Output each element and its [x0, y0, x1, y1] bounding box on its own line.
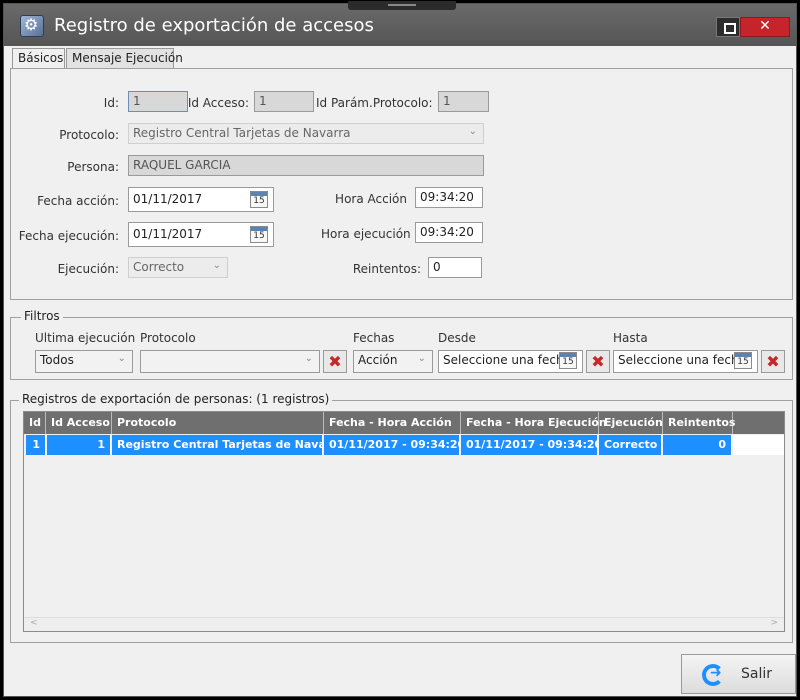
calendar-icon[interactable]: 15: [734, 352, 752, 369]
records-title: Registros de exportación de personas: (1…: [19, 392, 333, 406]
fechas-label: Fechas: [353, 331, 395, 345]
column-header-protocolo[interactable]: Protocolo: [112, 412, 324, 434]
id-acceso-field[interactable]: 1: [254, 91, 314, 112]
protocolo-select-value: Registro Central Tarjetas de Navarra: [133, 126, 351, 140]
clear-hasta-button[interactable]: ✖: [761, 350, 785, 373]
cell-protocolo[interactable]: Registro Central Tarjetas de Navarra: [112, 435, 344, 455]
id-label: Id:: [103, 96, 119, 110]
id-acceso-label: Id Acceso:: [187, 96, 249, 110]
ultima-ejecucion-label: Ultima ejecución: [35, 331, 136, 345]
chevron-down-icon: ⌄: [417, 353, 426, 364]
scroll-right-icon[interactable]: >: [770, 618, 778, 628]
hora-accion-label: Hora Acción: [335, 192, 407, 206]
id-field[interactable]: 1: [128, 91, 188, 112]
fechas-select[interactable]: Acción ⌄: [353, 350, 433, 373]
chevron-down-icon: ⌄: [468, 126, 477, 137]
salir-label: Salir: [741, 666, 773, 682]
desde-datepicker[interactable]: Seleccione una fecha 15: [438, 350, 583, 373]
filter-protocolo-select[interactable]: ⌄: [140, 350, 320, 373]
fecha-accion-value: 01/11/2017: [133, 192, 203, 206]
column-header-filler: [733, 412, 784, 434]
basics-panel: Id: 1 Id Acceso: 1 Id Parám.Protocolo: 1…: [10, 68, 793, 300]
app-gear-icon: [20, 15, 44, 37]
column-header-id[interactable]: Id: [24, 412, 46, 434]
fecha-ejecucion-label: Fecha ejecución:: [18, 229, 119, 243]
hasta-datepicker[interactable]: Seleccione una fecha 15: [613, 350, 758, 373]
reintentos-field[interactable]: 0: [428, 257, 482, 278]
filter-protocolo-label: Protocolo: [140, 331, 196, 345]
hora-ejecucion-field[interactable]: 09:34:20: [415, 222, 483, 243]
salir-button[interactable]: Salir: [681, 654, 796, 694]
id-param-label: Id Parám.Protocolo:: [316, 96, 433, 110]
persona-label: Persona:: [67, 160, 119, 174]
ejecucion-label: Ejecución:: [57, 262, 119, 276]
protocolo-select[interactable]: Registro Central Tarjetas de Navarra ⌄: [128, 123, 484, 144]
filters-group: Filtros Ultima ejecución Todos ⌄ Protoco…: [10, 309, 793, 380]
column-header-fecha-ejecucion[interactable]: Fecha - Hora Ejecución: [461, 412, 607, 434]
fechas-value: Acción: [358, 353, 398, 367]
table-row[interactable]: 1 1 Registro Central Tarjetas de Navarra…: [24, 435, 784, 455]
chevron-down-icon: ⌄: [212, 260, 221, 271]
cell-reintentos[interactable]: 0: [663, 435, 732, 455]
persona-field[interactable]: RAQUEL GARCIA: [128, 155, 484, 176]
fecha-accion-label: Fecha acción:: [37, 194, 119, 208]
window-title: Registro de exportación de accesos: [54, 15, 374, 36]
column-header-ejecucion[interactable]: Ejecución: [599, 412, 663, 434]
tab-basicos[interactable]: Básicos: [12, 48, 65, 69]
grid-header: Id Id Acceso Protocolo Fecha - Hora Acci…: [24, 412, 784, 434]
calendar-icon[interactable]: 15: [250, 226, 268, 243]
cell-fecha-accion[interactable]: 01/11/2017 - 09:34:20: [324, 435, 465, 455]
hora-ejecucion-label: Hora ejecución: [321, 227, 411, 241]
cell-fecha-ejecucion[interactable]: 01/11/2017 - 09:34:20: [461, 435, 602, 455]
ejecucion-select-value: Correcto: [133, 260, 185, 274]
cell-ejecucion[interactable]: Correcto: [599, 435, 662, 455]
desde-value: Seleccione una fecha: [443, 353, 571, 367]
cell-id-acceso[interactable]: 1: [47, 435, 111, 455]
fecha-ejecucion-datepicker[interactable]: 01/11/2017 15: [128, 222, 274, 247]
ultima-ejecucion-value: Todos: [40, 353, 74, 367]
column-header-id-acceso[interactable]: Id Acceso: [46, 412, 112, 434]
chevron-down-icon: ⌄: [117, 353, 126, 364]
desde-label: Desde: [438, 331, 476, 345]
ultima-ejecucion-select[interactable]: Todos ⌄: [35, 350, 133, 373]
title-bar[interactable]: Registro de exportación de accesos ✕: [4, 1, 796, 46]
main-window: Registro de exportación de accesos ✕ Bás…: [3, 1, 797, 697]
exit-icon: [702, 664, 724, 686]
clear-protocolo-button[interactable]: ✖: [323, 350, 347, 373]
ejecucion-select[interactable]: Correcto ⌄: [128, 257, 228, 278]
column-header-reintentos[interactable]: Reintentos: [663, 412, 735, 434]
filters-title: Filtros: [21, 309, 63, 323]
calendar-icon[interactable]: 15: [559, 352, 577, 369]
clear-desde-button[interactable]: ✖: [586, 350, 610, 373]
horizontal-scrollbar[interactable]: < >: [24, 617, 784, 631]
calendar-icon[interactable]: 15: [250, 191, 268, 208]
drag-handle[interactable]: [348, 1, 456, 10]
maximize-icon[interactable]: [716, 17, 740, 37]
fecha-accion-datepicker[interactable]: 01/11/2017 15: [128, 187, 274, 212]
chevron-down-icon: ⌄: [304, 353, 313, 364]
reintentos-label: Reintentos:: [352, 262, 421, 276]
records-grid: Id Id Acceso Protocolo Fecha - Hora Acci…: [23, 411, 785, 632]
fecha-ejecucion-value: 01/11/2017: [133, 227, 203, 241]
scroll-left-icon[interactable]: <: [30, 618, 38, 628]
cell-id[interactable]: 1: [26, 435, 46, 455]
hora-accion-field[interactable]: 09:34:20: [415, 187, 483, 208]
close-button[interactable]: ✕: [740, 17, 790, 37]
hasta-label: Hasta: [613, 331, 648, 345]
column-header-fecha-accion[interactable]: Fecha - Hora Acción: [324, 412, 461, 434]
cell-filler: [733, 435, 784, 455]
hasta-value: Seleccione una fecha: [618, 353, 746, 367]
tab-mensaje-ejecucion[interactable]: Mensaje Ejecución: [66, 48, 183, 68]
protocolo-label: Protocolo:: [59, 128, 119, 142]
id-param-field[interactable]: 1: [438, 91, 489, 112]
